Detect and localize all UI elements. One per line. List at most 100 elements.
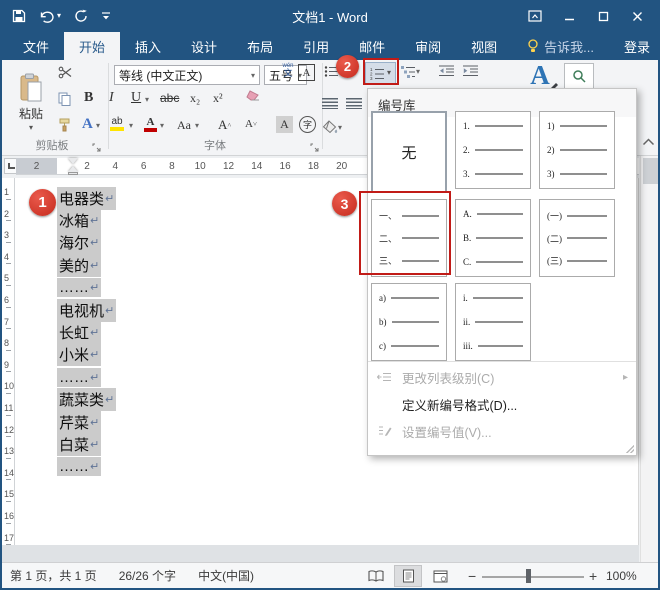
selected-text[interactable]: 电视机↵ — [57, 299, 116, 322]
numbering-option-lower-roman[interactable]: i.ii.iii. — [455, 283, 531, 361]
menu-item-2[interactable]: 定义新编号格式(D)... — [368, 392, 636, 416]
numbering-option-decimal-dot[interactable]: 1.2.3. — [455, 111, 531, 189]
italic-button[interactable]: I — [109, 90, 114, 106]
print-layout-button[interactable] — [394, 565, 422, 587]
increase-indent-button[interactable] — [463, 65, 479, 77]
selected-text[interactable]: ……↵ — [57, 457, 101, 476]
format-painter-button[interactable] — [58, 118, 71, 132]
selected-text[interactable]: 小米↵ — [57, 343, 101, 366]
multilevel-list-button[interactable]: ▾ — [401, 65, 420, 78]
selected-text[interactable]: 电器类↵ — [57, 187, 116, 210]
word-count[interactable]: 26/26 个字 — [119, 567, 176, 584]
vertical-ruler[interactable]: 1234567891011121314151617 — [2, 178, 15, 545]
selected-text[interactable]: ……↵ — [57, 368, 101, 387]
underline-dropdown-caret[interactable]: ▾ — [145, 96, 149, 104]
phonetic-guide-button[interactable]: wén文 — [279, 63, 297, 78]
shrink-font-button[interactable]: A˅ — [245, 118, 257, 130]
minimize-button[interactable] — [552, 0, 586, 32]
numbering-option-decimal-paren[interactable]: 1)2)3) — [539, 111, 615, 189]
tab-file[interactable]: 文件 — [8, 32, 64, 60]
paragraph-mark-icon: ↵ — [90, 259, 99, 272]
numbering-option-lower-alpha-paren[interactable]: a)b)c) — [371, 283, 447, 361]
search-button[interactable] — [564, 63, 594, 89]
ruler-number: 2 — [84, 161, 90, 172]
zoom-out-button[interactable]: − — [468, 563, 476, 589]
tab-references[interactable]: 引用 — [288, 32, 344, 60]
close-button[interactable] — [620, 0, 654, 32]
highlight-color-button[interactable]: ab — [110, 116, 124, 131]
clipboard-dialog-launcher[interactable] — [92, 143, 101, 152]
chevron-down-icon[interactable]: ▾ — [247, 71, 255, 80]
change-case-caret[interactable]: ▾ — [195, 122, 199, 130]
undo-dropdown-caret[interactable]: ▾ — [57, 12, 61, 20]
tab-design[interactable]: 设计 — [176, 32, 232, 60]
left-indent-marker[interactable] — [68, 172, 78, 175]
text-effects-caret[interactable]: ▾ — [96, 122, 100, 130]
selected-text[interactable]: 冰箱↵ — [57, 209, 101, 232]
customize-qat-button[interactable] — [101, 11, 111, 21]
numbering-option-chinese-paren[interactable]: (一)(二)(三) — [539, 199, 615, 277]
underline-button[interactable]: U — [131, 90, 141, 106]
change-case-button[interactable]: Aa — [177, 118, 191, 133]
collapse-ribbon-button[interactable] — [642, 138, 655, 146]
strikethrough-button[interactable]: abc — [160, 91, 179, 105]
zoom-in-button[interactable]: + — [589, 563, 597, 589]
character-border-button[interactable]: A — [298, 64, 315, 81]
zoom-level[interactable]: 100% — [606, 563, 637, 589]
numbering-option-none[interactable]: 无 — [371, 111, 447, 193]
font-color-caret[interactable]: ▾ — [160, 122, 164, 130]
numbering-option-upper-alpha[interactable]: A.B.C. — [455, 199, 531, 277]
decrease-indent-button[interactable] — [439, 65, 455, 77]
character-shading-button[interactable]: A — [276, 116, 293, 133]
bold-button[interactable]: B — [84, 90, 93, 106]
superscript-button[interactable]: x² — [213, 91, 223, 106]
paste-button[interactable]: 粘贴 ▾ — [9, 64, 53, 140]
text-effects-button[interactable]: A — [82, 116, 93, 133]
tab-review[interactable]: 审阅 — [400, 32, 456, 60]
selected-text[interactable]: 海尔↵ — [57, 231, 101, 254]
tab-layout[interactable]: 布局 — [232, 32, 288, 60]
scrollbar-thumb[interactable] — [643, 158, 658, 184]
selected-text[interactable]: 白菜↵ — [57, 433, 101, 456]
tab-signin[interactable]: 登录 — [609, 32, 660, 60]
option-row: (一) — [547, 209, 607, 222]
selected-text[interactable]: 长虹↵ — [57, 321, 101, 344]
font-dialog-launcher[interactable] — [310, 143, 319, 152]
cut-button[interactable] — [58, 66, 72, 79]
shading-button[interactable]: ▾ — [321, 120, 342, 135]
selected-text[interactable]: 芹菜↵ — [57, 411, 101, 434]
ribbon-display-options-button[interactable] — [518, 0, 552, 32]
paste-dropdown-caret[interactable]: ▾ — [29, 124, 33, 132]
copy-button[interactable] — [58, 92, 71, 106]
align-left-button[interactable] — [322, 98, 338, 109]
ruler-number: 20 — [336, 161, 347, 172]
selected-text[interactable]: 美的↵ — [57, 254, 101, 277]
tab-insert[interactable]: 插入 — [120, 32, 176, 60]
tab-home[interactable]: 开始 — [64, 32, 120, 60]
resize-grip[interactable] — [626, 445, 634, 453]
subscript-button[interactable]: x₂ — [190, 91, 200, 106]
first-line-indent-marker[interactable] — [68, 158, 78, 164]
save-button[interactable] — [12, 9, 26, 23]
highlight-caret[interactable]: ▾ — [129, 122, 133, 130]
enclose-characters-button[interactable]: 字 — [299, 116, 316, 133]
redo-button[interactable] — [74, 9, 88, 23]
tab-tellme[interactable]: 告诉我... — [512, 32, 609, 60]
selected-text[interactable]: 蔬菜类↵ — [57, 388, 116, 411]
zoom-slider-thumb[interactable] — [526, 569, 531, 583]
align-center-button[interactable] — [346, 98, 362, 109]
font-name-combobox[interactable]: 等线 (中文正文)▾ — [114, 65, 260, 85]
selected-text[interactable]: ……↵ — [57, 278, 101, 297]
font-color-button[interactable]: A — [144, 116, 157, 132]
undo-button[interactable]: ▾ — [39, 10, 61, 23]
vertical-scrollbar[interactable] — [640, 156, 660, 562]
zoom-slider-track[interactable] — [482, 576, 584, 578]
page-indicator[interactable]: 第 1 页，共 1 页 — [10, 567, 97, 584]
tab-view[interactable]: 视图 — [456, 32, 512, 60]
clear-formatting-button[interactable] — [245, 89, 260, 102]
maximize-button[interactable] — [586, 0, 620, 32]
web-layout-button[interactable] — [426, 565, 454, 587]
read-mode-button[interactable] — [362, 565, 390, 587]
grow-font-button[interactable]: A˄ — [218, 117, 231, 133]
language-indicator[interactable]: 中文(中国) — [198, 567, 254, 584]
